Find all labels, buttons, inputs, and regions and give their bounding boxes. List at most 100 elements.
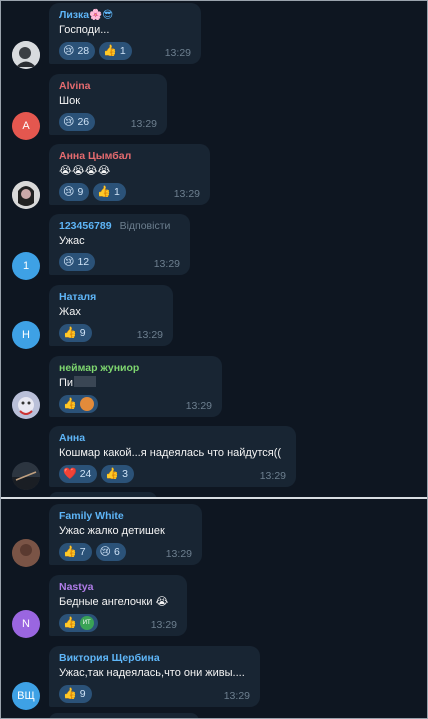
cry-emoji-icon: 😢 [63, 186, 75, 198]
chat-panel-bottom[interactable]: Family White Ужас жалко детишек 👍 7 😢 6 13… [1, 499, 427, 718]
message-time: 13:29 [173, 188, 200, 200]
thumbs-up-emoji-icon: 👍 [103, 45, 117, 57]
message-text: Жах [59, 306, 81, 318]
avatar-photo-icon [12, 391, 40, 419]
thumbs-up-emoji-icon: 👍 [63, 546, 77, 558]
avatar-initials: A [22, 120, 30, 132]
reaction-chip[interactable]: 👍 7 [59, 543, 92, 561]
thumbs-up-emoji-icon: 👍 [63, 688, 77, 700]
message-text: Бедные ангелочки 😭 [59, 596, 169, 608]
reaction-count: 9 [77, 186, 84, 198]
reaction-chip[interactable]: 😢 12 [59, 253, 96, 271]
reaction-count: 24 [79, 468, 92, 480]
chat-panel-top[interactable]: Лизка🌸😎 Господи... 😢 28 👍 1 13:29 A Alvina… [1, 1, 427, 497]
reaction-count: 26 [77, 116, 90, 128]
reactor-avatar [79, 397, 94, 411]
avatar[interactable]: N [12, 610, 40, 638]
thumbs-up-emoji-icon: 👍 [63, 617, 77, 629]
avatar-initials: Н [22, 329, 30, 341]
avatar[interactable] [12, 181, 40, 209]
reaction-chip[interactable]: 👍 ИТ [59, 614, 98, 632]
message-text: Шок [59, 95, 81, 107]
next-message-bubble-edge [49, 713, 199, 718]
thumbs-up-emoji-icon: 👍 [63, 327, 77, 339]
sender-name[interactable]: Лизка🌸😎 [59, 9, 191, 22]
message-bubble[interactable]: Family White Ужас жалко детишек 👍 7 😢 6 13… [49, 504, 202, 565]
avatar[interactable]: A [12, 112, 40, 140]
sender-name[interactable]: Анна Цымбал [59, 150, 200, 163]
reactor-avatar: ИТ [79, 616, 94, 630]
message-time: 13:29 [185, 400, 212, 412]
cry-emoji-icon: 😢 [63, 256, 75, 268]
avatar[interactable]: 1 [12, 252, 40, 280]
message-bubble[interactable]: Наталя Жах 👍 9 13:29 [49, 285, 173, 346]
avatar[interactable] [12, 462, 40, 490]
avatar[interactable] [12, 391, 40, 419]
message-bubble[interactable]: Виктория Щербина Ужас,так надеялась,что … [49, 646, 260, 707]
thumbs-up-emoji-icon: 👍 [63, 398, 77, 410]
message-text: 😭😭😭😭 [59, 165, 111, 177]
avatar-initials: ВЩ [17, 690, 35, 702]
message-bubble[interactable]: неймар жуниор Пи 👍 13:29 [49, 356, 222, 417]
cry-emoji-icon: 😢 [63, 45, 75, 57]
avatar[interactable]: ВЩ [12, 682, 40, 710]
reaction-chip[interactable]: 👍 9 [59, 324, 92, 342]
reaction-chip[interactable]: 👍 9 [59, 685, 92, 703]
avatar-photo-icon [12, 41, 40, 69]
sender-name-text[interactable]: 123456789 [59, 220, 112, 232]
reaction-chip[interactable]: 😢 6 [95, 543, 126, 561]
message-time: 13:29 [259, 470, 286, 482]
avatar[interactable] [12, 41, 40, 69]
sender-name[interactable]: Виктория Щербина [59, 652, 250, 665]
message-time: 13:29 [165, 548, 192, 560]
sender-name[interactable]: Family White [59, 510, 192, 523]
sender-name[interactable]: Nastya [59, 581, 177, 594]
thumbs-up-emoji-icon: 👍 [97, 186, 112, 198]
reaction-chip[interactable]: ❤️ 24 [59, 465, 98, 483]
reaction-count: 28 [77, 45, 90, 57]
message-bubble[interactable]: Alvina Шок 😢 26 13:29 [49, 74, 167, 135]
reaction-chip[interactable]: 👍 1 [93, 183, 126, 201]
message-text: Пи [59, 376, 212, 391]
reaction-chip[interactable]: 😢 9 [59, 183, 90, 201]
message-time: 13:29 [136, 329, 163, 341]
reaction-count: 12 [77, 256, 90, 268]
avatar[interactable] [12, 539, 40, 567]
reply-link[interactable]: Відповісти [120, 220, 171, 232]
cry-emoji-icon: 😢 [63, 116, 75, 128]
reaction-count: 1 [114, 186, 120, 198]
message-text: Кошмар какой...я надеялась что найдутся(… [59, 447, 282, 459]
message-time: 13:29 [153, 258, 180, 270]
avatar-initials: 1 [22, 260, 30, 272]
sender-name[interactable]: Анна [59, 432, 286, 445]
reaction-count: 6 [114, 546, 120, 558]
sender-name[interactable]: неймар жуниор [59, 362, 212, 375]
message-bubble[interactable]: Анна Цымбал 😭😭😭😭 😢 9 👍 1 13:29 [49, 144, 210, 205]
reaction-chip[interactable]: 👍 1 [99, 42, 132, 60]
avatar[interactable]: Н [12, 321, 40, 349]
message-bubble[interactable]: Анна Кошмар какой...я надеялась что найд… [49, 426, 296, 487]
telegram-chat-screenshot: Лизка🌸😎 Господи... 😢 28 👍 1 13:29 A Alvina… [0, 0, 428, 719]
sender-name[interactable]: 123456789 Відповісти [59, 220, 180, 233]
avatar-photo-icon [12, 539, 40, 567]
message-time: 13:29 [150, 619, 177, 631]
reaction-count: 7 [79, 546, 86, 558]
reaction-count: 1 [119, 45, 126, 57]
reaction-chip[interactable]: 😢 26 [59, 113, 96, 131]
reaction-chip[interactable]: 👍 [59, 395, 98, 413]
reaction-count: 9 [79, 327, 86, 339]
sender-name[interactable]: Наталя [59, 291, 163, 304]
message-bubble[interactable]: Nastya Бедные ангелочки 😭 👍 ИТ 13:29 [49, 575, 187, 636]
message-bubble[interactable]: Лизка🌸😎 Господи... 😢 28 👍 1 13:29 [49, 3, 201, 64]
message-bubble[interactable]: 123456789 Відповісти Ужас 😢 12 13:29 [49, 214, 190, 275]
avatar-photo-icon [12, 462, 40, 490]
reaction-chip[interactable]: 😢 28 [59, 42, 96, 60]
reaction-chip[interactable]: 👍 3 [101, 465, 134, 483]
sender-name[interactable]: Alvina [59, 80, 157, 93]
heart-emoji-icon: ❤️ [63, 468, 77, 480]
reaction-count: 9 [79, 688, 86, 700]
reaction-count: 3 [122, 468, 128, 480]
thumbs-up-emoji-icon: 👍 [105, 468, 120, 480]
message-time: 13:29 [164, 47, 191, 59]
message-text: Ужас жалко детишек [59, 525, 165, 537]
